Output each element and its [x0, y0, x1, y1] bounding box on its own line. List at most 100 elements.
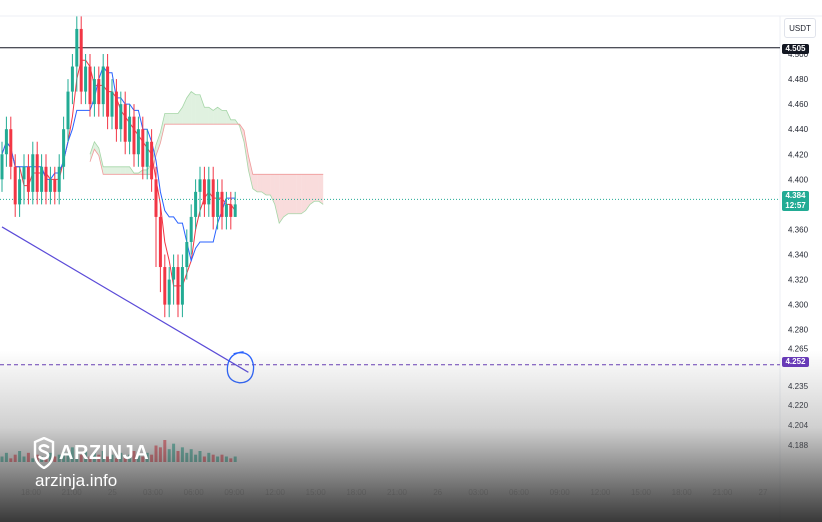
candle-body [97, 79, 101, 105]
candle-body [22, 166, 26, 180]
candle-body [62, 129, 66, 167]
candle-body [233, 204, 237, 217]
candle-body [216, 191, 220, 217]
cloud-segment [318, 174, 324, 205]
candle-body [26, 166, 30, 192]
x-axis-tick-label: 26 [433, 488, 442, 497]
candle-body [66, 91, 70, 130]
cloud-segment [125, 166, 130, 175]
volume-bar [150, 454, 154, 462]
volume-bar [18, 451, 22, 462]
cloud-segment [142, 169, 148, 175]
x-axis-tick-label: 18:00 [346, 488, 367, 497]
candle-body [132, 116, 136, 155]
cloud-segment [274, 174, 280, 224]
candle-body [220, 191, 224, 217]
candle-body [75, 28, 79, 67]
candle-body [189, 216, 193, 242]
y-axis-tick-label: 4.440 [788, 125, 809, 134]
volume-bar [211, 454, 215, 462]
cloud-segment [200, 94, 205, 125]
cloud-segment [107, 166, 112, 175]
cloud-segment [288, 174, 293, 214]
cloud-segment [204, 107, 209, 125]
y-axis-tick-label: 4.480 [788, 75, 809, 84]
candle-body [154, 179, 158, 217]
volume-bar [26, 452, 30, 462]
x-axis-tick-label: 09:00 [550, 488, 571, 497]
y-axis-tick-label: 4.204 [788, 421, 809, 430]
cloud-segment [120, 166, 126, 175]
candle-body [31, 154, 35, 192]
x-axis-tick-label: 27 [759, 488, 768, 497]
volume-bar [158, 447, 162, 462]
volume-bar [176, 451, 180, 462]
cloud-segment [279, 174, 284, 224]
candle-body [88, 66, 92, 105]
volume-bar [194, 454, 198, 462]
volume-bar [229, 458, 233, 462]
x-axis-tick-label: 12:00 [590, 488, 611, 497]
cloud-segment [103, 166, 108, 175]
candle-body [114, 91, 118, 130]
cloud-segment [195, 94, 200, 125]
volume-bar [220, 454, 224, 462]
cloud-segment [266, 174, 271, 195]
x-axis-tick-label: 06:00 [509, 488, 530, 497]
candle-body [211, 179, 215, 217]
chart-stage: 4.500 4.480 4.460 4.440 4.420 4.400 4.360 4.340… [0, 0, 822, 522]
volume-bar [180, 447, 184, 462]
y-axis-tick-label: 4.360 [788, 225, 809, 234]
candle-body [167, 279, 171, 305]
candle-body [141, 129, 145, 167]
candle-body [180, 267, 184, 305]
candle-body [84, 66, 88, 92]
candle-body [194, 191, 198, 217]
candle-body [18, 179, 22, 205]
candle-body [57, 166, 61, 192]
volume-bar [198, 451, 202, 462]
currency-button[interactable]: USDT [784, 18, 816, 38]
y-axis-tick-label: 4.280 [788, 326, 809, 335]
current-price-tag: 4.384 12:57 [782, 191, 809, 211]
candle-body [35, 154, 39, 192]
cloud-segment [296, 174, 302, 214]
x-axis-tick-label: 03:00 [468, 488, 489, 497]
volume-bar [9, 458, 13, 462]
cloud-segment [314, 174, 319, 202]
candle-body [110, 91, 114, 117]
cloud-segment [169, 113, 174, 125]
candle-body [70, 66, 74, 92]
volume-bar [22, 456, 26, 462]
x-axis-tick-label: 21:00 [387, 488, 408, 497]
brand-site: arzinja.info [35, 471, 118, 490]
volume-bar [202, 456, 206, 462]
current-price-value: 4.384 [785, 191, 806, 200]
volume-bar [233, 456, 237, 462]
candle-body [0, 154, 4, 180]
candle-body [202, 179, 206, 205]
y-axis-tick-label: 4.320 [788, 276, 809, 285]
candle-body [4, 129, 8, 155]
candle-body [185, 241, 189, 268]
candle-body [172, 267, 176, 280]
watermark: ARZINJA arzinja.info [33, 437, 149, 491]
volume-bar [163, 440, 167, 462]
x-axis-tick-label: 06:00 [184, 488, 205, 497]
dollar-shield-logo-icon [33, 437, 55, 469]
x-axis-tick-label: 15:00 [306, 488, 327, 497]
candle-body [145, 141, 149, 167]
candle-body [123, 104, 127, 142]
top-line-price-tag: 4.505 [782, 44, 809, 54]
candle-body [150, 141, 154, 180]
volume-bar [216, 456, 220, 462]
cloud-segment [116, 166, 121, 175]
x-axis-tick-label: 18:00 [672, 488, 693, 497]
cloud-segment [112, 166, 117, 175]
y-axis-tick-label: 4.265 [788, 345, 809, 354]
candle-body [106, 66, 110, 117]
candle-body [136, 129, 140, 155]
cloud-segment [283, 174, 288, 217]
candle-body [79, 28, 83, 92]
volume-bar [172, 443, 176, 462]
